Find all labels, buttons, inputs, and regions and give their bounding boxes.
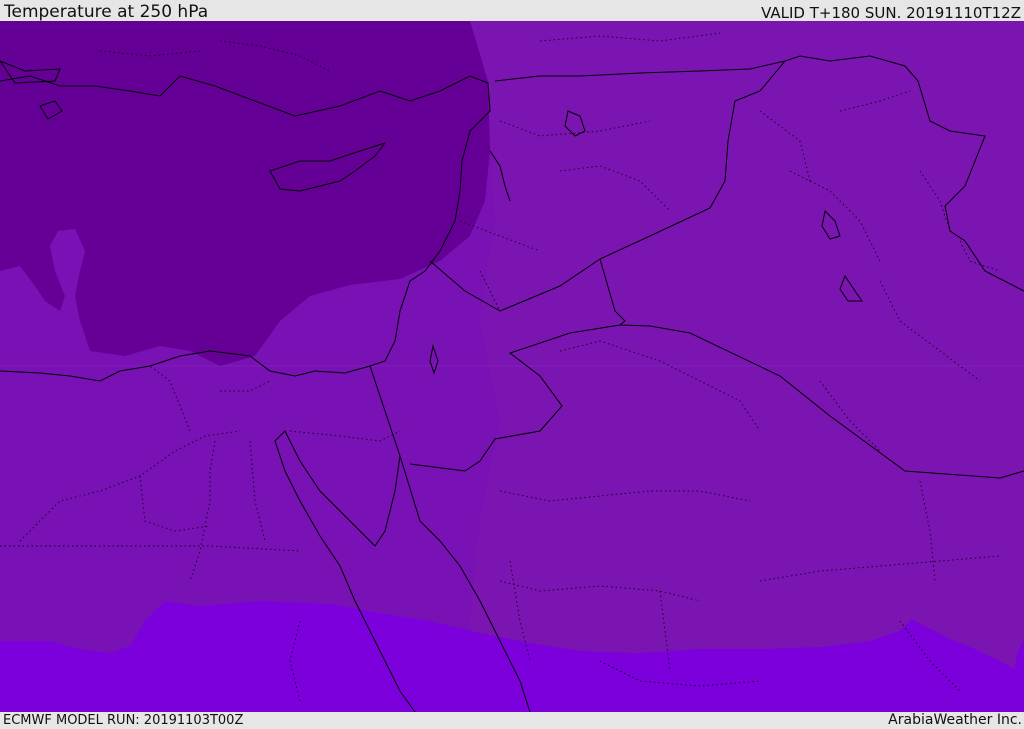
weather-map[interactable] [0,21,1024,712]
map-canvas [0,21,1024,712]
map-title: Temperature at 250 hPa [4,2,209,22]
model-run-label: ECMWF MODEL RUN: 20191103T00Z [3,713,244,728]
footer-bar: ECMWF MODEL RUN: 20191103T00Z ArabiaWeat… [0,712,1024,729]
header-bar: Temperature at 250 hPa VALID T+180 SUN. … [0,0,1024,21]
valid-time: VALID T+180 SUN. 20191110T12Z [761,4,1021,22]
credit-label: ArabiaWeather Inc. [888,712,1022,728]
